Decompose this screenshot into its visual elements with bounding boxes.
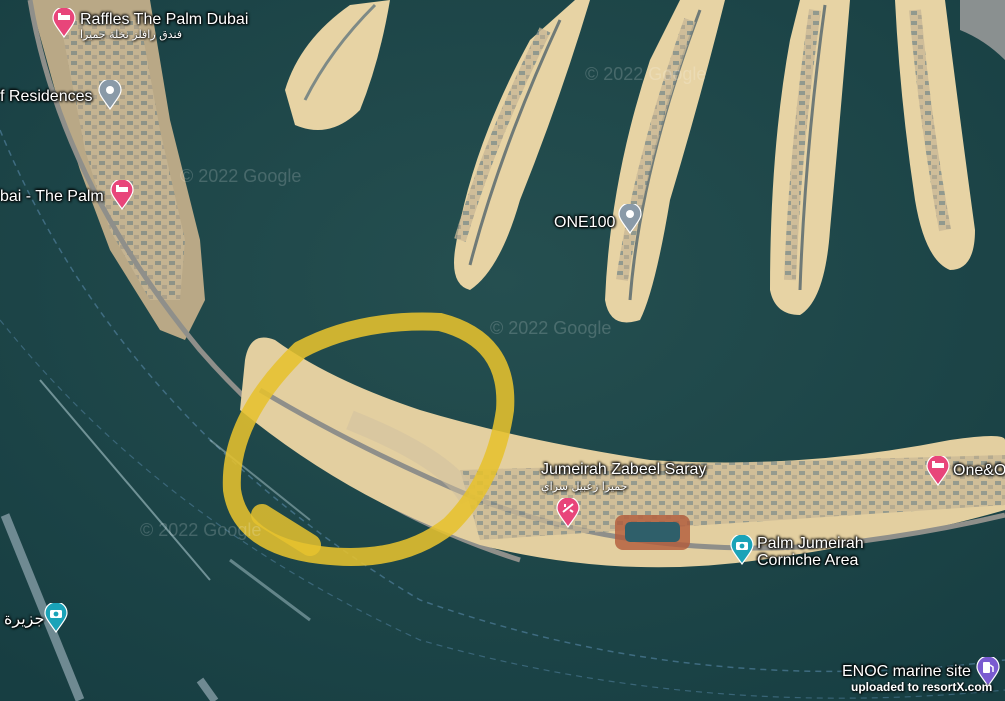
place-label-jazeera[interactable]: جزيرة xyxy=(4,611,44,629)
place-label-one-and-only[interactable]: One&O xyxy=(953,462,1005,480)
spa-pin-icon[interactable] xyxy=(556,498,580,528)
place-label-zabeel-saray-ar: جميرا زعبيل سراي xyxy=(541,480,628,493)
watermark: © 2022 Google xyxy=(140,520,262,540)
upload-credit: uploaded to resortX.com xyxy=(851,680,993,694)
hotel-pin-icon[interactable] xyxy=(926,456,950,486)
place-label-enoc[interactable]: ENOC marine site xyxy=(842,663,971,681)
place-pin-icon[interactable] xyxy=(618,204,642,234)
place-label-zabeel-saray[interactable]: Jumeirah Zabeel Saray xyxy=(541,461,706,479)
hotel-pin-icon[interactable] xyxy=(110,180,134,210)
place-label-dubai-palm[interactable]: bai - The Palm xyxy=(0,188,104,206)
watermark: © 2022 Google xyxy=(490,318,612,338)
watermark: © 2022 Google xyxy=(180,166,302,186)
place-label-corniche-2[interactable]: Corniche Area xyxy=(757,552,858,570)
camera-pin-icon[interactable] xyxy=(730,535,754,565)
place-pin-icon[interactable] xyxy=(98,80,122,110)
place-label-raffles-ar: فندق رافلز نخلة جميرا xyxy=(80,28,183,41)
satellite-imagery xyxy=(0,0,1005,701)
place-label-one100[interactable]: ONE100 xyxy=(554,214,615,232)
satellite-map[interactable]: © 2022 Google © 2022 Google © 2022 Googl… xyxy=(0,0,1005,701)
camera-pin-icon[interactable] xyxy=(44,603,68,633)
watermark: © 2022 Google xyxy=(585,64,707,84)
place-label-corniche-1[interactable]: Palm Jumeirah xyxy=(757,535,864,553)
hotel-pin-icon[interactable] xyxy=(52,8,76,38)
place-label-raffles[interactable]: Raffles The Palm Dubai xyxy=(80,11,248,29)
place-label-residences[interactable]: f Residences xyxy=(0,88,93,106)
